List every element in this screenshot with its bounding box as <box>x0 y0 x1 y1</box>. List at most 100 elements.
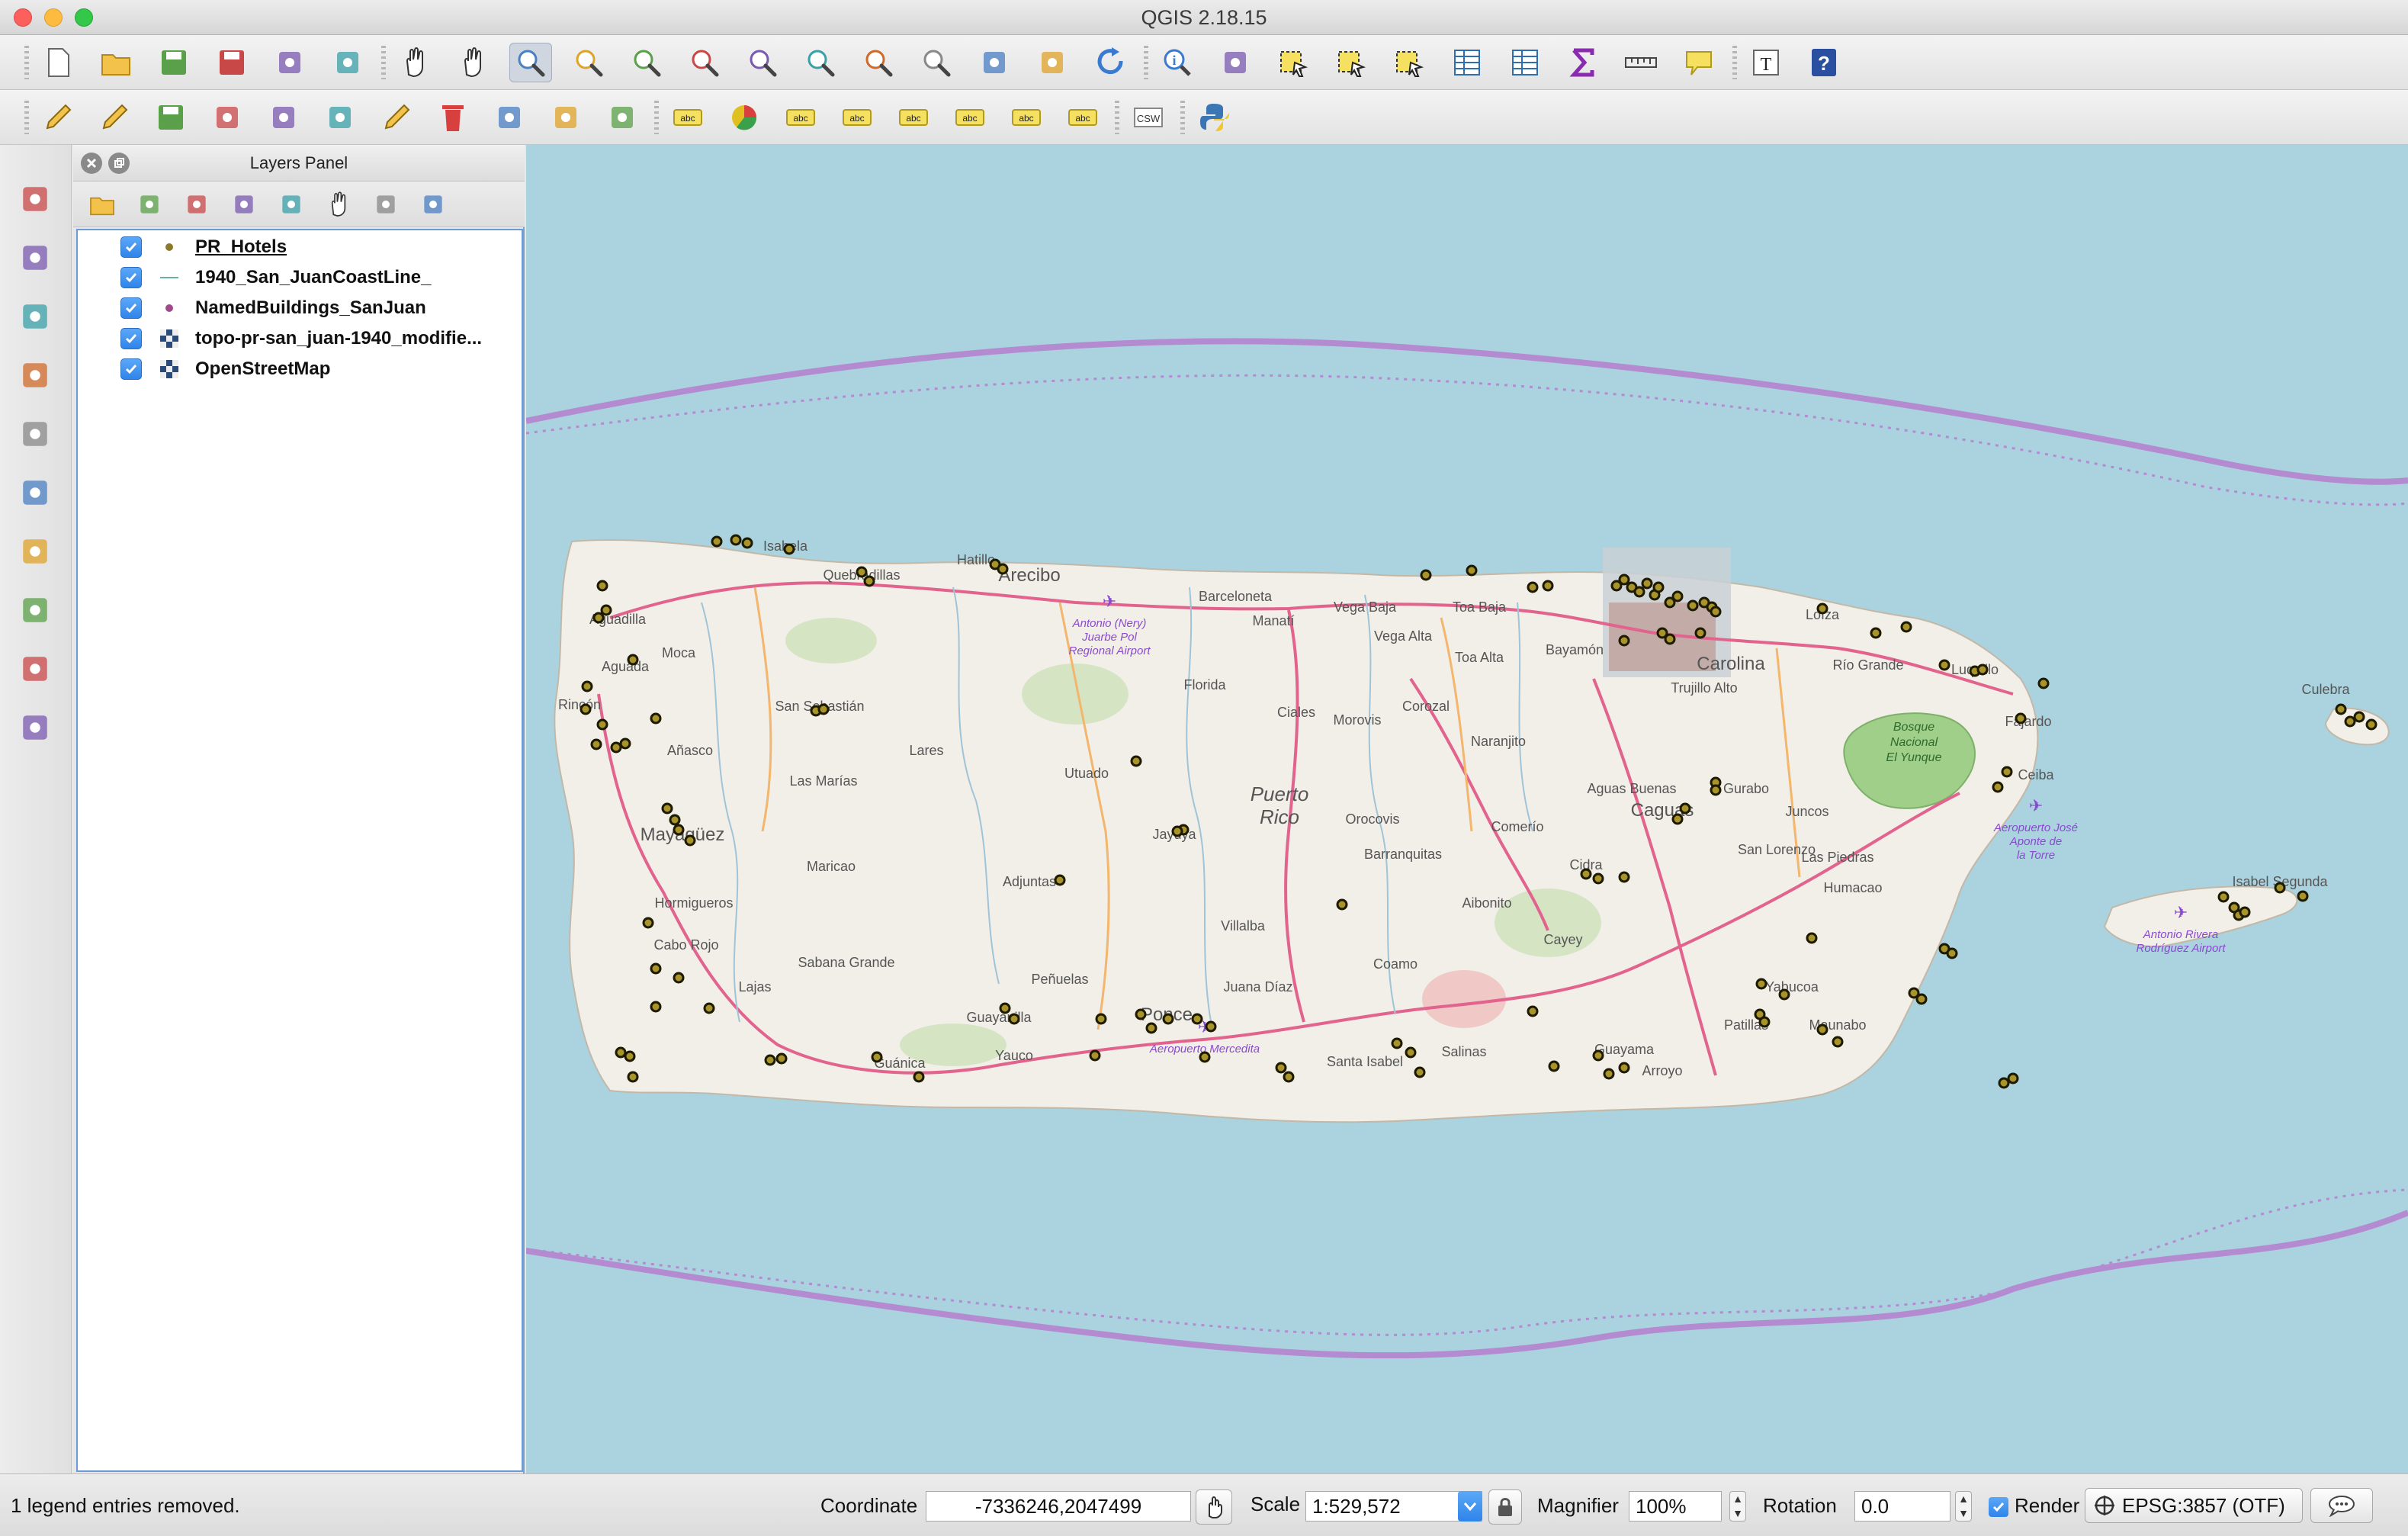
composer-manager-icon[interactable] <box>326 43 369 82</box>
add-vector-layer-icon[interactable] <box>8 175 63 223</box>
filter-by-expression-icon[interactable] <box>273 188 310 221</box>
toolbar-grip[interactable] <box>1144 46 1148 79</box>
run-feature-action-icon[interactable] <box>1214 43 1257 82</box>
open-styling-icon[interactable] <box>84 188 120 221</box>
add-wcs-layer-icon[interactable] <box>8 469 63 516</box>
toolbar-grip[interactable] <box>24 46 29 79</box>
toolbar-grip[interactable] <box>1732 46 1737 79</box>
magnifier-stepper[interactable]: ▲ ▼ <box>1729 1491 1746 1522</box>
new-bookmark-icon[interactable] <box>973 43 1016 82</box>
layer-visibility-checkbox[interactable] <box>120 267 142 288</box>
add-spatialite-layer-icon[interactable] <box>8 293 63 340</box>
deselect-icon[interactable] <box>1388 43 1430 82</box>
layer-item[interactable]: NamedBuildings_SanJuan <box>78 293 520 323</box>
open-project-icon[interactable] <box>95 43 137 82</box>
remove-layer-icon[interactable] <box>415 188 451 221</box>
label-move-icon[interactable]: abc <box>949 98 991 137</box>
chevron-down-icon[interactable] <box>1458 1491 1482 1522</box>
zoom-to-selection-icon[interactable] <box>741 43 784 82</box>
layer-item[interactable]: OpenStreetMap <box>78 354 520 384</box>
layer-visibility-checkbox[interactable] <box>120 328 142 349</box>
add-virtual-layer-icon[interactable] <box>8 645 63 692</box>
rotation-stepper[interactable]: ▲ ▼ <box>1955 1491 1972 1522</box>
label-rotate-icon[interactable]: abc <box>1005 98 1048 137</box>
label-icon[interactable]: abc <box>666 98 709 137</box>
add-wfs-layer-icon[interactable] <box>8 528 63 575</box>
coordinate-field[interactable]: -7336246,2047499 <box>926 1491 1191 1522</box>
layer-item[interactable]: topo-pr-san_juan-1940_modifie... <box>78 323 520 354</box>
cut-features-icon[interactable] <box>488 98 531 137</box>
save-edits-icon[interactable] <box>149 98 192 137</box>
render-checkbox[interactable] <box>1989 1497 2008 1517</box>
zoom-in-icon[interactable] <box>509 43 552 82</box>
toolbar-grip[interactable] <box>1115 101 1119 134</box>
select-by-expression-icon[interactable] <box>1330 43 1373 82</box>
save-as-icon[interactable] <box>210 43 253 82</box>
zoom-out-icon[interactable] <box>567 43 610 82</box>
expand-all-icon[interactable] <box>320 188 357 221</box>
toggle-editing-icon[interactable] <box>93 98 136 137</box>
messages-icon[interactable] <box>2310 1488 2373 1523</box>
add-wms-layer-icon[interactable] <box>8 410 63 458</box>
text-annotation-icon[interactable]: T <box>1745 43 1787 82</box>
label-pin-icon[interactable]: abc <box>779 98 822 137</box>
layer-item[interactable]: PR_Hotels <box>78 232 520 262</box>
save-project-icon[interactable] <box>153 43 195 82</box>
rotation-field[interactable]: 0.0 <box>1854 1491 1950 1522</box>
add-postgis-layer-icon[interactable] <box>8 352 63 399</box>
zoom-to-layer-icon[interactable] <box>799 43 842 82</box>
help-icon[interactable]: ? <box>1803 43 1845 82</box>
layer-visibility-checkbox[interactable] <box>120 297 142 319</box>
identify-icon[interactable]: i <box>1156 43 1199 82</box>
pan-to-selection-icon[interactable] <box>451 43 494 82</box>
zoom-next-icon[interactable] <box>915 43 958 82</box>
layer-diagram-icon[interactable] <box>723 98 766 137</box>
label-change-icon[interactable]: abc <box>1061 98 1104 137</box>
layer-item[interactable]: 1940_San_JuanCoastLine_ <box>78 262 520 293</box>
field-calculator-icon[interactable] <box>1504 43 1546 82</box>
delete-selected-icon[interactable] <box>432 98 474 137</box>
crs-button[interactable]: EPSG:3857 (OTF) <box>2085 1488 2303 1523</box>
digitize-icon[interactable] <box>375 98 418 137</box>
toolbar-grip[interactable] <box>654 101 659 134</box>
toolbar-grip[interactable] <box>1180 101 1185 134</box>
map-tips-icon[interactable] <box>1678 43 1720 82</box>
copy-features-icon[interactable] <box>544 98 587 137</box>
zoom-last-icon[interactable] <box>857 43 900 82</box>
add-group-icon[interactable] <box>131 188 168 221</box>
toggle-extents-icon[interactable] <box>1196 1489 1232 1525</box>
measure-line-icon[interactable] <box>1620 43 1662 82</box>
layer-visibility-checkbox[interactable] <box>120 358 142 380</box>
add-raster-layer-icon[interactable] <box>8 234 63 281</box>
python-console-icon[interactable] <box>1193 98 1235 137</box>
filter-legend-icon[interactable] <box>226 188 262 221</box>
scale-combo[interactable]: 1:529,572 <box>1305 1491 1482 1522</box>
node-tool-icon[interactable] <box>319 98 361 137</box>
show-bookmarks-icon[interactable] <box>1031 43 1074 82</box>
toolbar-grip[interactable] <box>381 46 386 79</box>
move-feature-icon[interactable] <box>262 98 305 137</box>
attribute-table-icon[interactable] <box>1446 43 1488 82</box>
refresh-icon[interactable] <box>1089 43 1132 82</box>
magnifier-field[interactable]: 100% <box>1629 1491 1722 1522</box>
layer-visibility-checkbox[interactable] <box>120 236 142 258</box>
collapse-all-icon[interactable] <box>368 188 404 221</box>
label-highlight-icon[interactable]: abc <box>836 98 878 137</box>
new-print-composer-icon[interactable] <box>268 43 311 82</box>
lock-scale-icon[interactable] <box>1488 1489 1522 1525</box>
new-shapefile-icon[interactable] <box>8 704 63 751</box>
add-delimited-text-icon[interactable] <box>8 586 63 634</box>
zoom-full-icon[interactable] <box>683 43 726 82</box>
select-features-icon[interactable] <box>1272 43 1315 82</box>
statistics-sum-icon[interactable] <box>1562 43 1604 82</box>
manage-visibility-icon[interactable] <box>178 188 215 221</box>
current-edits-icon[interactable] <box>37 98 79 137</box>
new-project-icon[interactable] <box>37 43 79 82</box>
label-show-icon[interactable]: abc <box>892 98 935 137</box>
zoom-native-icon[interactable] <box>625 43 668 82</box>
map-canvas[interactable]: IsabelaQuebradillasHatilloAreciboBarcelo… <box>526 145 2408 1473</box>
add-feature-icon[interactable] <box>206 98 249 137</box>
paste-features-icon[interactable] <box>601 98 644 137</box>
csw-icon[interactable]: CSW <box>1127 98 1170 137</box>
toolbar-grip[interactable] <box>24 101 29 134</box>
